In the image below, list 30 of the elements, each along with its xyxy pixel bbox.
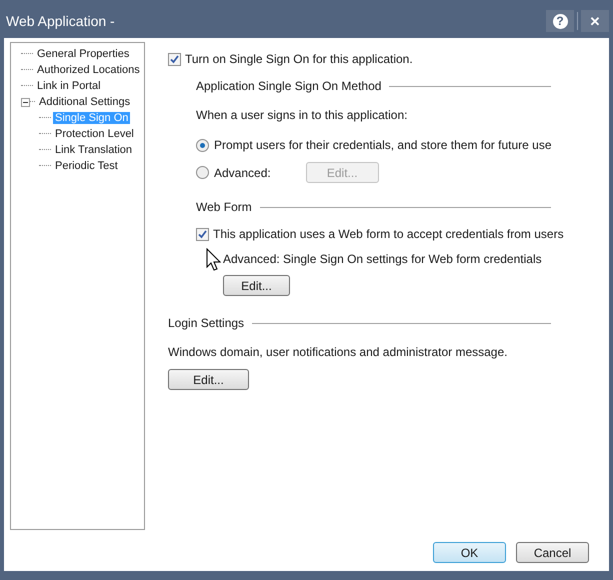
checkbox-label: Turn on Single Sign On for this application. xyxy=(185,52,413,66)
tree-item[interactable]: Periodic Test xyxy=(53,160,120,172)
cancel-button[interactable]: Cancel xyxy=(516,542,589,563)
section-heading: Web Form xyxy=(196,200,252,214)
tree-item[interactable]: Authorized Locations xyxy=(35,64,142,76)
window-title: Web Application - xyxy=(5,13,116,29)
close-button[interactable]: ✕ xyxy=(581,10,609,32)
tree-item[interactable]: Link in Portal xyxy=(35,80,103,92)
help-button[interactable]: ? xyxy=(546,10,574,32)
tree-item[interactable]: Link Translation xyxy=(53,144,134,156)
tree-item[interactable]: Protection Level xyxy=(53,128,136,140)
checkbox[interactable] xyxy=(196,228,209,240)
checkbox[interactable] xyxy=(168,52,181,66)
mouse-pointer-icon xyxy=(206,248,223,272)
edit-button[interactable]: Edit... xyxy=(223,275,290,296)
collapse-icon[interactable] xyxy=(21,98,30,106)
section-heading: Application Single Sign On Method xyxy=(196,79,382,93)
tree-item[interactable]: General Properties xyxy=(35,48,132,60)
tree-item[interactable]: Additional Settings xyxy=(37,96,132,108)
edit-button[interactable]: Edit... xyxy=(168,369,249,390)
section-heading: Login Settings xyxy=(168,316,244,330)
prompt-text: When a user signs in to this application: xyxy=(196,108,408,122)
ok-button[interactable]: OK xyxy=(433,542,506,563)
radio-label: Prompt users for their credentials, and store them for future use xyxy=(214,138,552,152)
radio-button[interactable] xyxy=(196,166,209,179)
radio-label: Advanced: xyxy=(214,166,271,180)
description-text: Windows domain, user notifications and administrator message. xyxy=(168,345,508,359)
checkbox-label: This application uses a Web form to accept credentials from users xyxy=(213,227,564,241)
note-text: Advanced: Single Sign On settings for Web form credentials xyxy=(223,252,543,266)
radio-button[interactable] xyxy=(196,138,209,152)
